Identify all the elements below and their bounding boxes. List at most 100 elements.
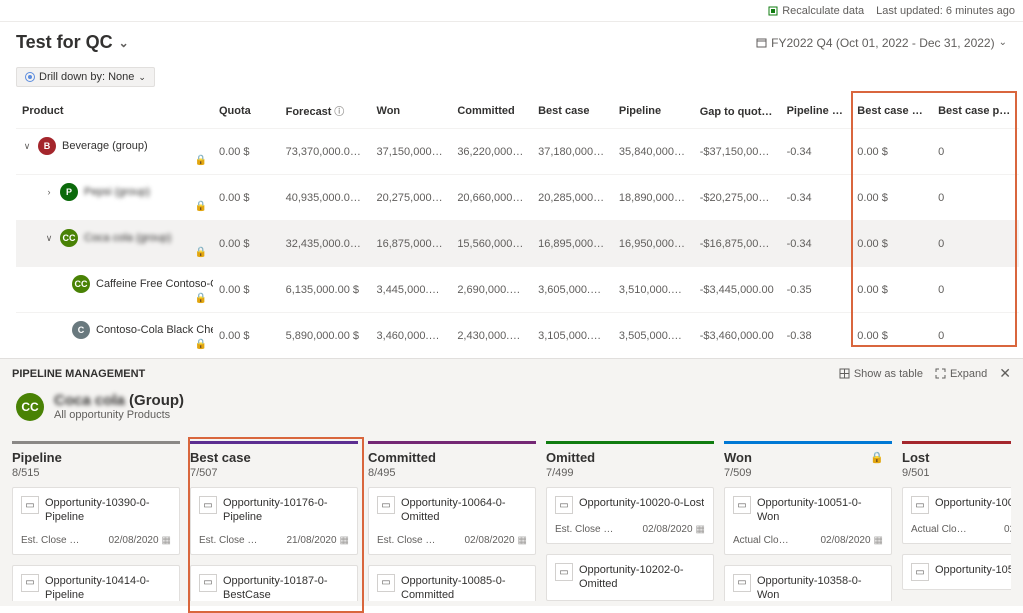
cell-quota: 0.00 $ xyxy=(213,175,280,221)
recalc-icon xyxy=(768,6,778,16)
card-date-label: Est. Close Da... xyxy=(377,535,437,546)
column-color-bar xyxy=(368,441,536,444)
table-row[interactable]: ∨BBeverage (group)🔒0.00 $73,370,000.00 $… xyxy=(16,129,1019,175)
card-date-label: Est. Close Da... xyxy=(555,524,615,535)
close-icon[interactable]: ✕ xyxy=(999,365,1011,382)
column-title: Lost xyxy=(902,450,1011,465)
show-as-table-button[interactable]: Show as table xyxy=(839,368,923,380)
product-avatar: CC xyxy=(60,229,78,247)
col-header[interactable]: Pipeline xyxy=(613,97,694,129)
cell-forecast: 5,890,000.00 $ xyxy=(280,313,371,359)
table-icon xyxy=(839,368,850,379)
kanban-card[interactable]: ▭Opportunity-10390-0-PipelineEst. Close … xyxy=(12,487,180,555)
page-title[interactable]: Test for QC ⌄ xyxy=(16,32,129,53)
kanban-card[interactable]: ▭Opportunity-10090-Actual Close...02/08/… xyxy=(902,487,1011,544)
card-title: Opportunity-10187-0-BestCase xyxy=(223,574,349,601)
cell-bcp: 0 xyxy=(932,313,1019,359)
product-avatar: C xyxy=(72,321,90,339)
info-icon[interactable]: ⓘ xyxy=(768,107,781,118)
col-header[interactable]: Best case produ... xyxy=(932,97,1019,129)
kanban-card[interactable]: ▭Opportunity-10187-0-BestCase xyxy=(190,565,358,601)
lock-icon: 🔒 xyxy=(870,451,884,464)
recalculate-button[interactable]: Recalculate data xyxy=(768,5,864,17)
cell-bestcase: 3,605,000.00 $ xyxy=(532,267,613,313)
cell-gap: -$20,275,000.00 xyxy=(694,175,781,221)
product-name: Pepsi (group) xyxy=(84,186,150,198)
col-header[interactable]: Gap to quota ⓘ xyxy=(694,97,781,129)
kanban-card[interactable]: ▭Opportunity-10051-0-WonActual Close...0… xyxy=(724,487,892,555)
table-row[interactable]: CCCaffeine Free Contoso-Cola🔒0.00 $6,135… xyxy=(16,267,1019,313)
product-avatar: B xyxy=(38,137,56,155)
cell-committed: 2,690,000.00 $ xyxy=(451,267,532,313)
column-color-bar xyxy=(12,441,180,444)
group-name-suffix: (Group) xyxy=(125,392,184,409)
kanban-card[interactable]: ▭Opportunity-10020-0-LostEst. Close Da..… xyxy=(546,487,714,544)
column-color-bar xyxy=(546,441,714,444)
col-header[interactable]: Committed xyxy=(451,97,532,129)
cell-pipeline: 18,890,000.00 $ xyxy=(613,175,694,221)
drilldown-button[interactable]: Drill down by: None ⌄ xyxy=(16,67,155,87)
calendar-icon: ▦ xyxy=(340,535,349,546)
cell-committed: 2,430,000.00 $ xyxy=(451,313,532,359)
card-date-value: 02/08/202▦ xyxy=(1004,524,1011,535)
group-title: Coca cola (Group) xyxy=(54,392,184,409)
kanban-card[interactable]: ▭ Opportunity-10064-0-Omitted Est. Close D… xyxy=(368,487,536,555)
forecast-grid[interactable]: ProductQuotaForecast ⓘWonCommittedBest c… xyxy=(16,97,1019,358)
column-color-bar xyxy=(724,441,892,444)
col-header[interactable]: Quota xyxy=(213,97,280,129)
cell-won: 3,460,000.00 $ xyxy=(371,313,452,359)
last-updated-label: Last updated: 6 minutes ago xyxy=(876,5,1015,17)
kanban-card[interactable]: ▭Opportunity-10518- xyxy=(902,554,1011,590)
document-icon: ▭ xyxy=(21,496,39,514)
cell-committed: 20,660,000.00 $ xyxy=(451,175,532,221)
expand-chevron-icon[interactable]: › xyxy=(44,187,54,197)
kanban-card[interactable]: ▭Opportunity-10414-0-Pipeline xyxy=(12,565,180,601)
table-row[interactable]: ›PPepsi (group)🔒0.00 $40,935,000.00 $20,… xyxy=(16,175,1019,221)
col-header[interactable]: Product xyxy=(16,97,213,129)
expand-chevron-icon[interactable]: ∨ xyxy=(22,141,32,152)
col-header[interactable]: Pipeline cove... xyxy=(781,97,852,129)
card-title: Opportunity-10051-0-Won xyxy=(757,496,883,525)
document-icon: ▭ xyxy=(733,574,751,592)
cell-forecast: 73,370,000.00 $ xyxy=(280,129,371,175)
table-row[interactable]: CContoso-Cola Black Cherry Va🔒0.00 $5,89… xyxy=(16,313,1019,359)
card-date-label: Est. Close Da... xyxy=(21,535,81,546)
kanban-card[interactable]: ▭Opportunity-10176-0-PipelineEst. Close … xyxy=(190,487,358,555)
col-header[interactable]: Won xyxy=(371,97,452,129)
kanban-card[interactable]: ▭Opportunity-10085-0-Committed xyxy=(368,565,536,601)
col-header[interactable]: Best case xyxy=(532,97,613,129)
expand-button[interactable]: Expand xyxy=(935,368,987,380)
cell-pipeline: 35,840,000.00 $ xyxy=(613,129,694,175)
page-title-text: Test for QC xyxy=(16,32,113,53)
column-count: 7/509 xyxy=(724,467,892,479)
expand-chevron-icon[interactable]: ∨ xyxy=(44,233,54,244)
table-row[interactable]: ∨CCCoca cola (group)🔒0.00 $32,435,000.00… xyxy=(16,221,1019,267)
cell-bcp: 0 xyxy=(932,221,1019,267)
column-count: 7/507 xyxy=(190,467,358,479)
card-date-label: Actual Close... xyxy=(733,535,793,546)
card-date-value: 02/08/2020▦ xyxy=(820,535,883,546)
col-header[interactable]: Best case disco... xyxy=(851,97,932,129)
cell-quota: 0.00 $ xyxy=(213,313,280,359)
col-header[interactable]: Forecast ⓘ xyxy=(280,97,371,129)
column-title: Best case xyxy=(190,450,358,465)
card-title: Opportunity-10414-0-Pipeline xyxy=(45,574,171,601)
document-icon: ▭ xyxy=(199,496,217,514)
kanban-card[interactable]: ▭Opportunity-10202-0-Omitted xyxy=(546,554,714,601)
period-selector[interactable]: FY2022 Q4 (Oct 01, 2022 - Dec 31, 2022) … xyxy=(756,36,1007,50)
card-date-label: Actual Close... xyxy=(911,524,971,535)
card-title: Opportunity-10064-0-Omitted xyxy=(401,496,527,525)
product-avatar: P xyxy=(60,183,78,201)
cell-gap: -$3,445,000.00 xyxy=(694,267,781,313)
chevron-down-icon: ⌄ xyxy=(138,72,146,83)
info-icon[interactable]: ⓘ xyxy=(331,107,344,118)
kanban-card[interactable]: ▭Opportunity-10358-0-Won xyxy=(724,565,892,601)
product-avatar: CC xyxy=(72,275,90,293)
kanban-column: Best case 7/507 ▭Opportunity-10176-0-Pipel… xyxy=(190,435,358,601)
cell-cov: -0.34 xyxy=(781,175,852,221)
cell-bestcase: 3,105,000.00 $ xyxy=(532,313,613,359)
card-title: Opportunity-10085-0-Committed xyxy=(401,574,527,601)
card-title: Opportunity-10020-0-Lost xyxy=(579,496,704,510)
cell-pipeline: 16,950,000.00 $ xyxy=(613,221,694,267)
document-icon: ▭ xyxy=(377,496,395,514)
